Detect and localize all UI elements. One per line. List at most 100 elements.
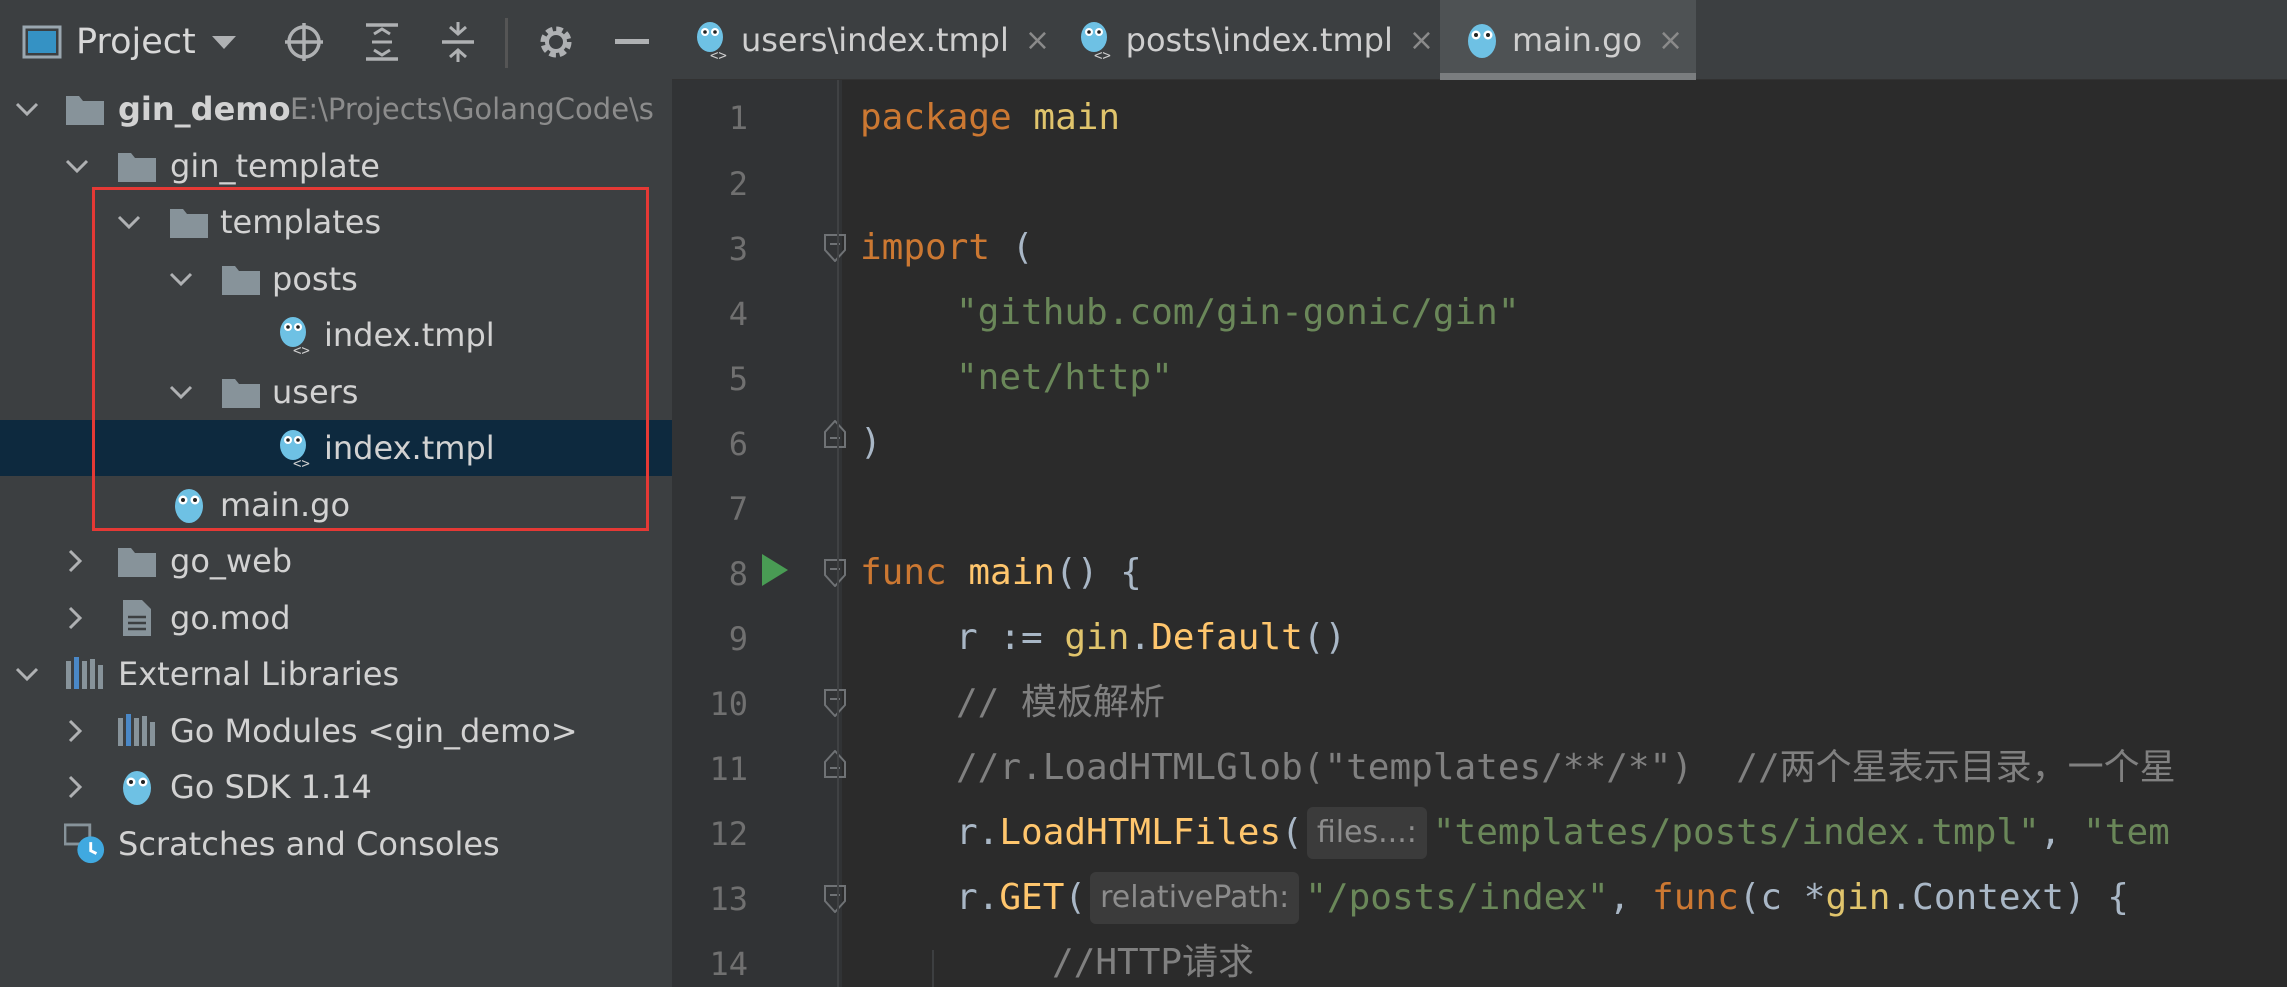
line-number: 12 (709, 815, 748, 853)
chevron-down-icon[interactable] (112, 205, 146, 239)
fold-start-icon[interactable] (824, 559, 846, 587)
line-number: 13 (709, 880, 748, 918)
chevron-down-icon[interactable] (60, 149, 94, 183)
comment: // 模板解析 (956, 682, 1166, 723)
tree-node-go-web[interactable]: go_web (0, 533, 672, 589)
parameter-hint: relativePath: (1090, 872, 1300, 924)
line-number: 2 (728, 165, 748, 203)
tree-node-go-mod[interactable]: go.mod (0, 590, 672, 646)
code-line-10: // 模板解析 (956, 677, 1165, 729)
chevron-down-icon[interactable] (10, 92, 44, 126)
dropdown-arrow-icon[interactable] (200, 18, 248, 66)
line-number: 5 (728, 360, 748, 398)
expand-all-icon[interactable] (358, 18, 406, 66)
tree-label: External Libraries (118, 655, 400, 693)
header-separator (505, 18, 508, 68)
go-template-file-icon: <> (274, 314, 316, 356)
chevron-right-icon[interactable] (58, 714, 92, 748)
code-line-11: //r.LoadHTMLGlob("templates/**/*") //两个星… (956, 742, 2176, 794)
tree-node-go-modules[interactable]: Go Modules <gin_demo> (0, 703, 672, 759)
fold-start-icon[interactable] (824, 885, 846, 913)
close-icon[interactable]: × (1658, 23, 1683, 58)
tree-node-posts[interactable]: posts (0, 251, 672, 307)
go-template-file-icon: <> (694, 17, 731, 63)
tree-node-main-go[interactable]: main.go (0, 477, 672, 533)
identifier: main (1011, 97, 1121, 138)
code-text: r. (956, 877, 1000, 918)
tree-label: index.tmpl (324, 316, 495, 354)
code-line-13: r. GET(relativePath: "/posts/index", func(… (956, 872, 2129, 924)
folder-icon (220, 258, 262, 300)
go-template-file-icon: <> (1076, 17, 1116, 63)
library-icon (64, 653, 106, 695)
tree-node-gin-template[interactable]: gin_template (0, 138, 672, 194)
line-number: 3 (728, 230, 748, 268)
function-name: LoadHTMLFiles (999, 812, 1282, 853)
fold-start-icon[interactable] (824, 234, 846, 262)
tab-posts-index-tmpl[interactable]: <> posts\index.tmpl × (1054, 0, 1434, 80)
string-literal: "net/http" (956, 357, 1173, 398)
tree-node-external-libraries[interactable]: External Libraries (0, 646, 672, 702)
chevron-right-icon[interactable] (58, 601, 92, 635)
line-number: 4 (728, 295, 748, 333)
close-icon[interactable]: × (1025, 23, 1050, 58)
project-tool-window: Project gin_demo E:\Projects\GolangCode\… (0, 0, 672, 987)
string-literal: "tem (2083, 812, 2170, 853)
fold-end-icon[interactable] (824, 750, 846, 778)
chevron-down-icon[interactable] (10, 657, 44, 691)
tree-label: gin_template (170, 147, 380, 185)
tab-users-index-tmpl[interactable]: <> users\index.tmpl × (672, 0, 1050, 80)
chevron-right-icon[interactable] (58, 544, 92, 578)
file-icon (116, 597, 158, 639)
minimize-icon[interactable] (608, 18, 656, 66)
locate-target-icon[interactable] (280, 18, 328, 66)
project-view-icon[interactable] (18, 18, 66, 66)
tree-node-templates[interactable]: templates (0, 194, 672, 250)
collapse-all-icon[interactable] (434, 18, 482, 66)
chevron-right-icon[interactable] (58, 770, 92, 804)
run-icon[interactable] (762, 554, 788, 586)
package-name: gin (1825, 877, 1891, 918)
chevron-down-icon[interactable] (164, 375, 198, 409)
tree-node-gin-demo[interactable]: gin_demo E:\Projects\GolangCode\s (0, 81, 672, 137)
type-name: Context (1912, 877, 2064, 918)
punctuation: () (1302, 617, 1347, 658)
string-literal: "templates/posts/index.tmpl" (1432, 812, 2040, 853)
tree-node-posts-index-tmpl[interactable]: <> index.tmpl (0, 307, 672, 363)
keyword: func (860, 552, 947, 593)
comment: //r.LoadHTMLGlob("templates/**/*") (956, 747, 1693, 788)
tree-node-users-index-tmpl[interactable]: <> index.tmpl (0, 420, 672, 476)
punctuation: ( (1281, 812, 1303, 853)
keyword: func (1652, 877, 1739, 918)
project-view-title[interactable]: Project (76, 20, 196, 64)
tree-node-go-sdk[interactable]: Go SDK 1.14 (0, 759, 672, 815)
fold-start-icon[interactable] (824, 689, 846, 717)
package-name: gin (1064, 617, 1130, 658)
tree-node-users[interactable]: users (0, 364, 672, 420)
gear-icon[interactable] (532, 18, 580, 66)
svg-text:<>: <> (710, 48, 727, 61)
editor-tab-bar: <> users\index.tmpl × <> posts\index.tmp… (672, 0, 2287, 80)
code-line-3: import ( (860, 222, 1033, 274)
code-editor[interactable]: package main import ( "github.com/gin-go… (860, 80, 2287, 987)
chevron-down-icon[interactable] (164, 262, 198, 296)
code-text: r := (956, 617, 1065, 658)
close-icon[interactable]: × (1409, 23, 1434, 58)
tab-label: main.go (1512, 21, 1643, 59)
tree-label: Go Modules <gin_demo> (170, 712, 578, 750)
line-number: 11 (709, 750, 748, 788)
tree-label: index.tmpl (324, 429, 495, 467)
fold-end-icon[interactable] (824, 420, 846, 448)
tree-label: posts (272, 260, 358, 298)
svg-text:<>: <> (293, 456, 310, 469)
tree-label: Scratches and Consoles (118, 825, 500, 863)
go-gopher-icon (116, 766, 158, 808)
comment: //两个星表示目录，一个星 (1692, 747, 2176, 788)
code-text: r. (956, 812, 1000, 853)
tab-main-go[interactable]: main.go × (1440, 0, 1696, 80)
keyword: import (860, 227, 991, 268)
tree-node-scratches[interactable]: Scratches and Consoles (0, 816, 672, 872)
tree-label: gin_demo (118, 90, 291, 128)
code-line-5: "net/http" (956, 352, 1173, 404)
go-file-icon (1462, 17, 1502, 63)
